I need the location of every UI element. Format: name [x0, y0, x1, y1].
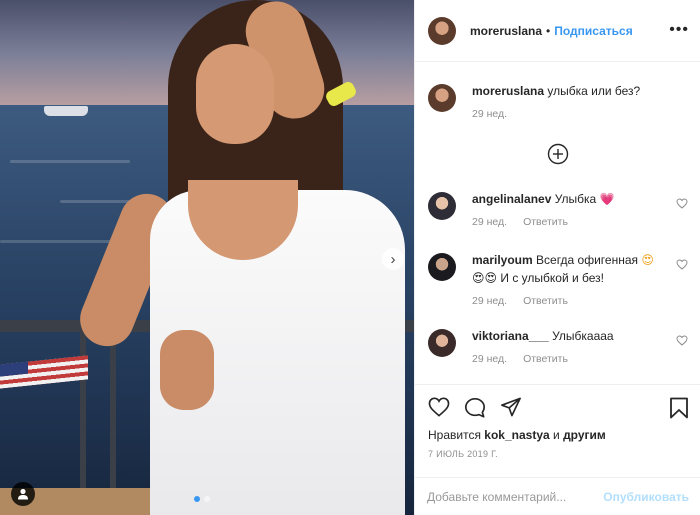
comment-item: angelinalanev Улыбка 💗 29 нед. Ответить	[428, 190, 690, 228]
commenter-avatar[interactable]	[428, 192, 456, 220]
comment-meta: 29 нед. Ответить	[472, 216, 662, 228]
reply-button[interactable]: Ответить	[523, 216, 568, 228]
comment-username[interactable]: viktoriana___	[472, 329, 549, 343]
share-send-icon[interactable]	[500, 397, 522, 417]
follow-button[interactable]: Подписаться	[554, 24, 632, 38]
comment-text: Всегда офигенная	[536, 253, 639, 267]
photo-face	[196, 44, 274, 144]
caption-text-row: moreruslana улыбка или без?	[472, 82, 662, 100]
comment-text-row: marilyoum Всегда офигенная 😍 😍😍 И с улыб…	[472, 251, 662, 287]
chevron-right-icon: ›	[390, 250, 396, 268]
caption-time[interactable]: 29 нед.	[472, 108, 507, 120]
post-side-panel: moreruslana • Подписаться ••• moreruslan…	[414, 0, 700, 515]
comment-time[interactable]: 29 нед.	[472, 216, 507, 228]
more-options-icon[interactable]: •••	[669, 22, 689, 38]
comment-item: marilyoum Всегда офигенная 😍 😍😍 И с улыб…	[428, 251, 690, 307]
photo-forearm	[160, 330, 214, 410]
carousel-dot	[204, 496, 210, 502]
reply-button[interactable]: Ответить	[523, 295, 568, 307]
post-actions: Нравится kok_nastya и другим 7 ИЮЛЬ 2019…	[415, 384, 700, 515]
heart-icon[interactable]	[676, 198, 688, 209]
carousel-indicator	[194, 496, 210, 502]
comment-emoji: 💗	[599, 192, 615, 206]
photo-wave	[10, 160, 130, 163]
caption-username[interactable]: moreruslana	[472, 84, 544, 98]
comment-text: Улыбкаааа	[552, 329, 614, 343]
comment-username[interactable]: angelinalanev	[472, 192, 551, 206]
heart-icon[interactable]	[676, 259, 688, 270]
photo-boat	[44, 106, 88, 116]
comment-form: Опубликовать	[415, 477, 700, 515]
commenter-avatar[interactable]	[428, 329, 456, 357]
action-icons	[428, 397, 522, 419]
comment-username[interactable]: marilyoum	[472, 253, 533, 267]
comment-text: Улыбка	[554, 192, 597, 206]
author-username[interactable]: moreruslana	[470, 24, 542, 38]
comment-text-line2: 😍😍 И с улыбкой и без!	[472, 271, 604, 285]
likes-user[interactable]: kok_nastya	[484, 428, 549, 442]
heart-icon[interactable]	[676, 335, 688, 346]
comment-time[interactable]: 29 нед.	[472, 353, 507, 365]
caption-text: улыбка или без?	[547, 84, 641, 98]
comment-time[interactable]: 29 нед.	[472, 295, 507, 307]
likes-prefix: Нравится	[428, 428, 481, 442]
comment-emoji: 😍	[641, 253, 654, 267]
caption-avatar[interactable]	[428, 84, 456, 112]
comment-text-row: angelinalanev Улыбка 💗	[472, 190, 662, 208]
next-slide-button[interactable]: ›	[382, 248, 404, 270]
caption: moreruslana улыбка или без? 29 нед.	[428, 82, 690, 120]
like-heart-icon[interactable]	[428, 397, 450, 417]
comment-bubble-icon[interactable]	[464, 397, 486, 419]
post-header: moreruslana • Подписаться •••	[415, 0, 700, 62]
bookmark-icon[interactable]	[669, 397, 689, 419]
post-photo[interactable]: ›	[0, 0, 414, 515]
comment-meta: 29 нед. Ответить	[472, 295, 662, 307]
carousel-dot-active	[194, 496, 200, 502]
likes-summary: Нравится kok_nastya и другим	[428, 428, 606, 442]
likes-middle: и	[553, 428, 560, 442]
caption-meta: 29 нед.	[472, 108, 662, 120]
likes-others[interactable]: другим	[563, 428, 606, 442]
header-separator: •	[546, 23, 551, 38]
author-avatar[interactable]	[428, 16, 456, 45]
user-icon	[18, 488, 28, 500]
comment-text-row: viktoriana___ Улыбкаааа	[472, 327, 662, 345]
reply-button[interactable]: Ответить	[523, 353, 568, 365]
instagram-post: › moreruslana • Подписаться ••• morerusl…	[0, 0, 700, 515]
comment-input[interactable]	[427, 490, 602, 504]
post-date[interactable]: 7 ИЮЛЬ 2019 Г.	[428, 449, 498, 459]
commenter-avatar[interactable]	[428, 253, 456, 281]
publish-button[interactable]: Опубликовать	[603, 490, 689, 504]
comment-meta: 29 нед. Ответить	[472, 353, 662, 365]
plus-circle-icon[interactable]	[547, 143, 569, 165]
comment-item: viktoriana___ Улыбкаааа 29 нед. Ответить	[428, 327, 690, 365]
tagged-users-button[interactable]	[11, 482, 35, 506]
